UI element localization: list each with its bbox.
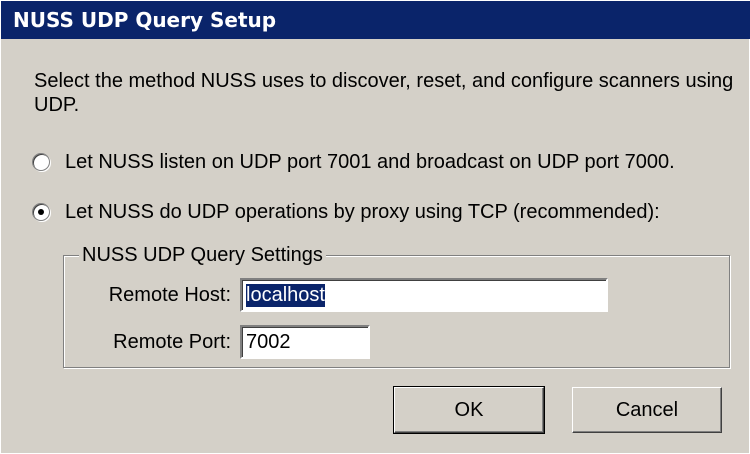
radio-button-checked[interactable]	[32, 203, 50, 221]
option-proxy-tcp-label: Let NUSS do UDP operations by proxy usin…	[65, 200, 660, 223]
dialog-title: NUSS UDP Query Setup	[1, 1, 750, 39]
option-listen-broadcast-label: Let NUSS listen on UDP port 7001 and bro…	[65, 150, 675, 173]
remote-port-label: Remote Port:	[113, 331, 231, 353]
nuss-udp-query-dialog: NUSS UDP Query Setup Select the method N…	[0, 0, 750, 454]
ok-button[interactable]: OK	[393, 386, 545, 434]
option-proxy-tcp[interactable]: Let NUSS do UDP operations by proxy usin…	[32, 197, 660, 227]
option-listen-broadcast[interactable]: Let NUSS listen on UDP port 7001 and bro…	[32, 147, 675, 177]
cancel-button[interactable]: Cancel	[572, 387, 722, 433]
remote-port-input[interactable]: 7002	[240, 325, 370, 359]
remote-port-value: 7002	[246, 330, 291, 353]
remote-host-label: Remote Host:	[108, 284, 231, 306]
radio-button-unchecked[interactable]	[32, 153, 50, 171]
remote-host-value: localhost	[246, 283, 325, 307]
description-text: Select the method NUSS uses to discover,…	[34, 70, 734, 116]
group-label: NUSS UDP Query Settings	[79, 242, 326, 268]
remote-host-input[interactable]: localhost	[240, 278, 608, 312]
